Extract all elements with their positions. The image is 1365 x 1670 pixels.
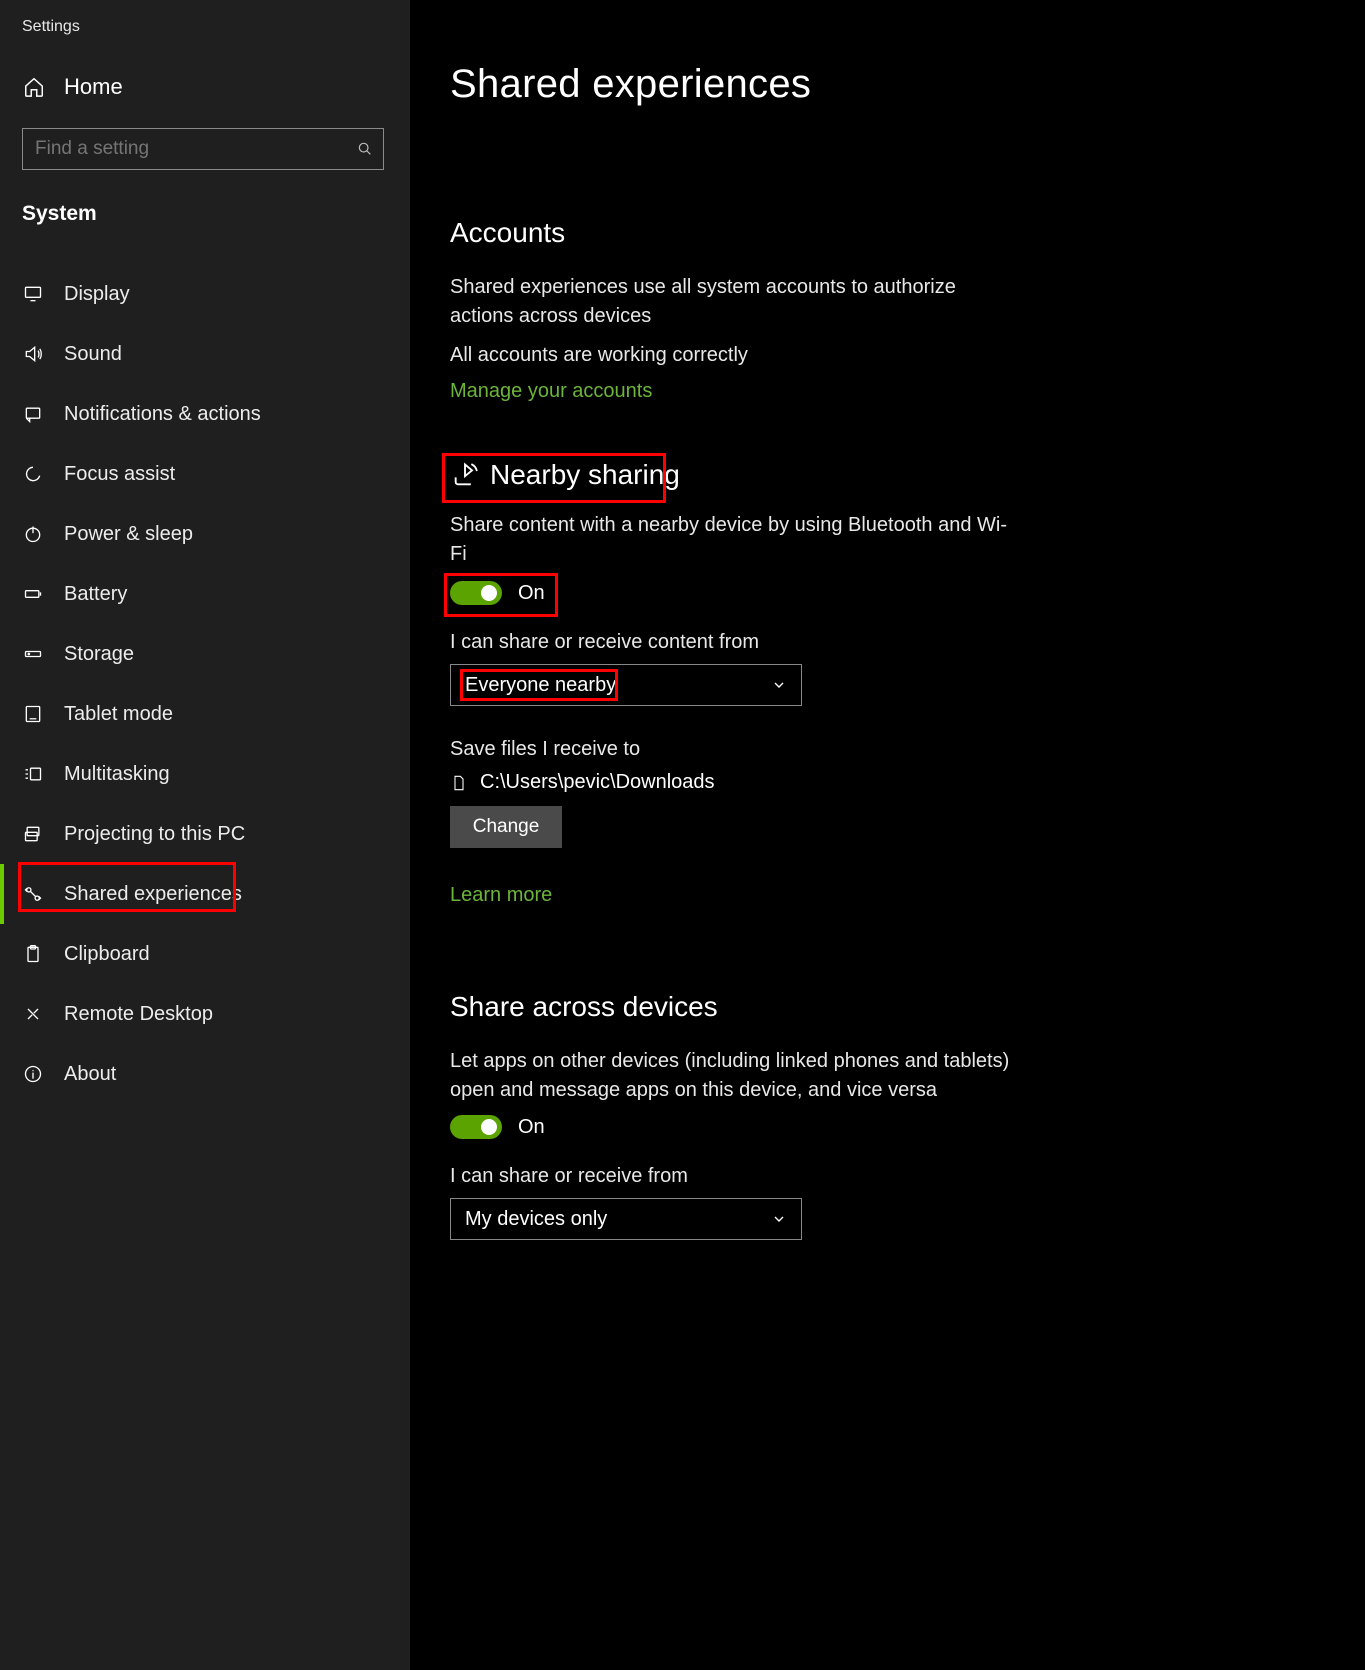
- nearby-toggle-row: On: [450, 581, 1325, 605]
- file-icon: [450, 772, 468, 794]
- clipboard-icon: [22, 943, 44, 965]
- learn-more-link[interactable]: Learn more: [450, 884, 552, 907]
- search-wrap: [22, 128, 388, 170]
- sidebar-item-label: Remote Desktop: [64, 1003, 213, 1026]
- page-title: Shared experiences: [450, 62, 1325, 107]
- search-input[interactable]: [22, 128, 384, 170]
- accounts-heading: Accounts: [450, 217, 1325, 249]
- across-toggle-row: On: [450, 1115, 1325, 1139]
- nearby-desc: Share content with a nearby device by us…: [450, 511, 1010, 569]
- nearby-heading-text: Nearby sharing: [490, 459, 680, 491]
- sidebar-item-about[interactable]: About: [22, 1044, 388, 1104]
- sidebar-item-label: Notifications & actions: [64, 403, 261, 426]
- share-from-value: Everyone nearby: [465, 674, 616, 697]
- sidebar-item-clipboard[interactable]: Clipboard: [22, 924, 388, 984]
- remote-icon: [22, 1003, 44, 1025]
- sidebar-item-shared[interactable]: Shared experiences: [22, 864, 388, 924]
- sidebar-item-projecting[interactable]: Projecting to this PC: [22, 804, 388, 864]
- sidebar-item-tablet[interactable]: Tablet mode: [22, 684, 388, 744]
- nearby-toggle[interactable]: [450, 581, 502, 605]
- sidebar-item-multitasking[interactable]: Multitasking: [22, 744, 388, 804]
- sidebar-item-remote[interactable]: Remote Desktop: [22, 984, 388, 1044]
- app-title: Settings: [22, 18, 388, 36]
- sidebar-item-display[interactable]: Display: [22, 264, 388, 324]
- shared-icon: [22, 883, 44, 905]
- sidebar-item-notifications[interactable]: Notifications & actions: [22, 384, 388, 444]
- sidebar-item-label: Projecting to this PC: [64, 823, 245, 846]
- sidebar-item-label: Shared experiences: [64, 883, 242, 906]
- sidebar-item-label: Focus assist: [64, 463, 175, 486]
- sidebar-item-label: About: [64, 1063, 116, 1086]
- sidebar-item-label: Tablet mode: [64, 703, 173, 726]
- across-from-value: My devices only: [465, 1208, 607, 1231]
- across-heading: Share across devices: [450, 991, 1325, 1023]
- category-label: System: [22, 202, 388, 226]
- save-to-label: Save files I receive to: [450, 738, 1325, 761]
- sidebar-item-sound[interactable]: Sound: [22, 324, 388, 384]
- sidebar-item-label: Multitasking: [64, 763, 170, 786]
- share-icon: [450, 460, 480, 490]
- across-toggle[interactable]: [450, 1115, 502, 1139]
- sidebar-item-focus[interactable]: Focus assist: [22, 444, 388, 504]
- battery-icon: [22, 583, 44, 605]
- sidebar: Settings Home System Display Sound Notif…: [0, 0, 410, 1670]
- about-icon: [22, 1063, 44, 1085]
- main-content: Shared experiences Accounts Shared exper…: [410, 0, 1365, 1670]
- home-icon: [22, 75, 46, 99]
- sidebar-item-label: Sound: [64, 343, 122, 366]
- nearby-heading: Nearby sharing: [450, 459, 1325, 491]
- storage-icon: [22, 643, 44, 665]
- sidebar-item-battery[interactable]: Battery: [22, 564, 388, 624]
- home-button[interactable]: Home: [22, 74, 388, 100]
- nav-list: Display Sound Notifications & actions Fo…: [22, 264, 388, 1104]
- nearby-toggle-label: On: [518, 582, 545, 605]
- chevron-down-icon: [771, 1211, 787, 1227]
- home-label: Home: [64, 74, 123, 100]
- accounts-status: All accounts are working correctly: [450, 341, 1010, 370]
- save-to-row: C:\Users\pevic\Downloads: [450, 771, 1325, 794]
- share-from-label: I can share or receive content from: [450, 631, 1325, 654]
- across-toggle-label: On: [518, 1116, 545, 1139]
- chevron-down-icon: [771, 677, 787, 693]
- share-from-dropdown[interactable]: Everyone nearby: [450, 664, 802, 706]
- focus-icon: [22, 463, 44, 485]
- sound-icon: [22, 343, 44, 365]
- sidebar-item-power[interactable]: Power & sleep: [22, 504, 388, 564]
- sidebar-item-storage[interactable]: Storage: [22, 624, 388, 684]
- projecting-icon: [22, 823, 44, 845]
- sidebar-item-label: Storage: [64, 643, 134, 666]
- power-icon: [22, 523, 44, 545]
- across-desc: Let apps on other devices (including lin…: [450, 1047, 1010, 1105]
- notifications-icon: [22, 403, 44, 425]
- manage-accounts-link[interactable]: Manage your accounts: [450, 380, 652, 403]
- sidebar-item-label: Battery: [64, 583, 127, 606]
- multitasking-icon: [22, 763, 44, 785]
- sidebar-item-label: Display: [64, 283, 130, 306]
- tablet-icon: [22, 703, 44, 725]
- accounts-desc: Shared experiences use all system accoun…: [450, 273, 1010, 331]
- sidebar-item-label: Clipboard: [64, 943, 150, 966]
- sidebar-item-label: Power & sleep: [64, 523, 193, 546]
- across-from-label: I can share or receive from: [450, 1165, 1325, 1188]
- display-icon: [22, 283, 44, 305]
- across-from-dropdown[interactable]: My devices only: [450, 1198, 802, 1240]
- change-button[interactable]: Change: [450, 806, 562, 848]
- save-to-path: C:\Users\pevic\Downloads: [480, 771, 715, 794]
